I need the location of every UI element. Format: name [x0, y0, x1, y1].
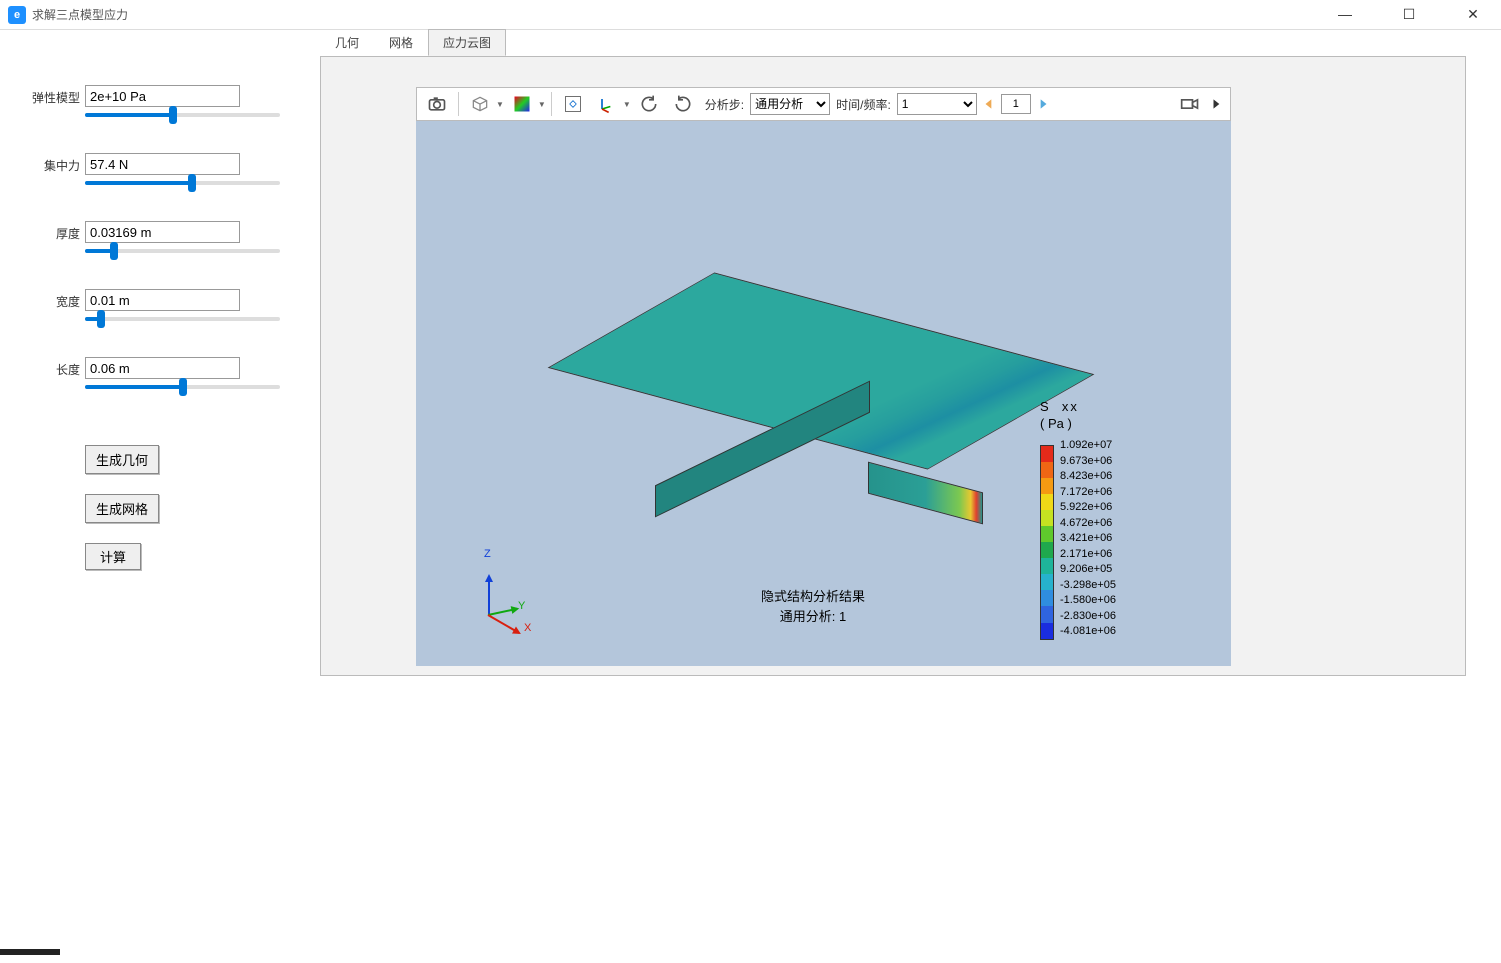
legend-segment	[1041, 510, 1053, 526]
legend-segment	[1041, 446, 1053, 462]
legend-value: 3.421e+06	[1060, 531, 1116, 547]
analysis-step-label: 分析步:	[701, 96, 748, 113]
param-input-3[interactable]	[85, 289, 240, 311]
compute-button[interactable]: 计算	[85, 543, 141, 570]
window-title: 求解三点模型应力	[32, 6, 128, 23]
tab-mesh[interactable]: 网格	[374, 29, 428, 56]
titlebar: e 求解三点模型应力 — ☐ ✕	[0, 0, 1501, 30]
legend-value: 9.673e+06	[1060, 454, 1116, 470]
viewer-panel: ▼ ▼ ▼ 分析步: 通用分	[320, 56, 1466, 676]
viewer-toolbar: ▼ ▼ ▼ 分析步: 通用分	[416, 87, 1231, 121]
param-label-0: 弹性模型	[30, 89, 80, 106]
param-input-1[interactable]	[85, 153, 240, 175]
rotate-right-icon[interactable]	[667, 90, 699, 118]
legend-value: 9.206e+05	[1060, 562, 1116, 578]
time-freq-label: 时间/频率:	[832, 96, 895, 113]
legend-segment	[1041, 558, 1053, 574]
next-frame-icon[interactable]	[1033, 90, 1053, 118]
axes-dropdown-icon[interactable]: ▼	[623, 100, 631, 109]
legend-value: -3.298e+05	[1060, 578, 1116, 594]
legend-value: 7.172e+06	[1060, 485, 1116, 501]
param-slider-2[interactable]	[85, 249, 280, 253]
legend-value: -2.830e+06	[1060, 609, 1116, 625]
axes-toggle-icon[interactable]	[591, 90, 623, 118]
camera-icon[interactable]	[421, 90, 453, 118]
param-slider-0[interactable]	[85, 113, 280, 117]
legend-segment	[1041, 462, 1053, 478]
param-label-1: 集中力	[30, 157, 80, 174]
fit-view-icon[interactable]	[557, 90, 589, 118]
window-controls: — ☐ ✕	[1325, 6, 1493, 23]
prev-frame-icon[interactable]	[979, 90, 999, 118]
frame-number-input[interactable]	[1001, 94, 1031, 114]
param-label-3: 宽度	[30, 293, 80, 310]
legend-title: S xx	[1040, 399, 1116, 414]
minimize-button[interactable]: —	[1325, 6, 1365, 23]
cube-view-icon[interactable]	[464, 90, 496, 118]
legend-segment	[1041, 494, 1053, 510]
result-line-1: 隐式结构分析结果	[761, 587, 865, 607]
colormap-dropdown-icon[interactable]: ▼	[538, 100, 546, 109]
legend-segment	[1041, 606, 1053, 622]
legend-segment	[1041, 590, 1053, 606]
legend-value: -1.580e+06	[1060, 593, 1116, 609]
param-input-4[interactable]	[85, 357, 240, 379]
record-icon[interactable]	[1174, 90, 1206, 118]
colormap-icon[interactable]	[506, 90, 538, 118]
cube-dropdown-icon[interactable]: ▼	[496, 100, 504, 109]
param-input-0[interactable]	[85, 85, 240, 107]
footer-edge	[0, 949, 60, 955]
param-label-2: 厚度	[30, 225, 80, 242]
legend-value: 2.171e+06	[1060, 547, 1116, 563]
legend-value: 5.922e+06	[1060, 500, 1116, 516]
param-input-2[interactable]	[85, 221, 240, 243]
axis-triad: Z Y X	[476, 556, 536, 626]
legend-unit: ( Pa )	[1040, 416, 1116, 431]
param-label-4: 长度	[30, 361, 80, 378]
tab-contour[interactable]: 应力云图	[428, 29, 506, 56]
time-freq-select[interactable]: 1	[897, 93, 977, 115]
legend-segment	[1041, 526, 1053, 542]
legend-value: 8.423e+06	[1060, 469, 1116, 485]
param-slider-4[interactable]	[85, 385, 280, 389]
result-caption: 隐式结构分析结果 通用分析: 1	[761, 587, 865, 626]
rotate-left-icon[interactable]	[633, 90, 665, 118]
legend-value: 1.092e+07	[1060, 438, 1116, 454]
legend-segment	[1041, 574, 1053, 590]
tab-bar: 几何 网格 应力云图	[320, 30, 1466, 56]
app-icon: e	[8, 6, 26, 24]
close-button[interactable]: ✕	[1453, 6, 1493, 23]
generate-mesh-button[interactable]: 生成网格	[85, 494, 159, 523]
viewport-3d[interactable]: Z Y X 隐式结构分析结果 通用分析: 1 S xx ( Pa ) 1.092…	[416, 121, 1231, 666]
param-slider-3[interactable]	[85, 317, 280, 321]
result-line-2: 通用分析: 1	[761, 607, 865, 627]
expand-icon[interactable]	[1208, 90, 1226, 118]
tab-geometry[interactable]: 几何	[320, 29, 374, 56]
generate-geometry-button[interactable]: 生成几何	[85, 445, 159, 474]
legend-value: 4.672e+06	[1060, 516, 1116, 532]
legend-segment	[1041, 623, 1053, 639]
param-slider-1[interactable]	[85, 181, 280, 185]
legend-value: -4.081e+06	[1060, 624, 1116, 640]
legend-segment	[1041, 478, 1053, 494]
legend-segment	[1041, 542, 1053, 558]
analysis-step-select[interactable]: 通用分析	[750, 93, 830, 115]
parameter-panel: 弹性模型集中力厚度宽度长度 生成几何 生成网格 计算	[0, 30, 320, 933]
color-legend: S xx ( Pa ) 1.092e+079.673e+068.423e+067…	[1040, 399, 1116, 640]
maximize-button[interactable]: ☐	[1389, 6, 1429, 23]
